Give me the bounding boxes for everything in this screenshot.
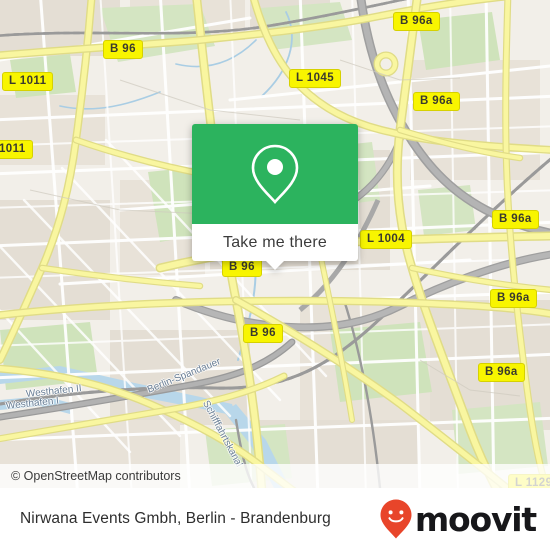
- openstreetmap-attribution[interactable]: © OpenStreetMap contributors: [0, 469, 181, 483]
- footer-content: Nirwana Events Gmbh, Berlin - Brandenbur…: [0, 488, 550, 550]
- road-shield: B 96a: [492, 210, 539, 229]
- callout-pointer: [266, 261, 284, 270]
- road-shield: L 1004: [360, 230, 412, 249]
- road-shield: L 1011: [2, 72, 54, 91]
- road-shield: B 96a: [478, 363, 525, 382]
- location-pin-icon: [251, 144, 299, 204]
- road-shield: 1011: [0, 140, 33, 159]
- map-attribution-bar: © OpenStreetMap contributors: [0, 464, 550, 488]
- moovit-logo[interactable]: moovit: [379, 498, 537, 540]
- road-shield: B 96: [243, 324, 283, 343]
- road-shield: B 96: [103, 40, 143, 59]
- moovit-smiley-pin-icon: [380, 499, 412, 539]
- place-name-label: Nirwana Events Gmbh, Berlin - Brandenbur…: [20, 510, 331, 527]
- road-shield: B 96a: [490, 289, 537, 308]
- take-me-there-label: Take me there: [223, 233, 327, 251]
- road-shield: B 96a: [393, 12, 440, 31]
- map-viewport[interactable]: .bldg { fill:#e4ded4; } .bldg2 { fill:#e…: [0, 0, 550, 488]
- location-callout-card[interactable]: Take me there: [192, 124, 358, 270]
- callout-image-area: [192, 124, 358, 224]
- moovit-wordmark: moovit: [414, 499, 537, 539]
- road-shield: B 96a: [413, 92, 460, 111]
- footer-bar: Nirwana Events Gmbh, Berlin - Brandenbur…: [0, 488, 550, 550]
- road-shield: L 1045: [289, 69, 341, 88]
- moovit-map-screenshot: .bldg { fill:#e4ded4; } .bldg2 { fill:#e…: [0, 0, 550, 550]
- callout-action-area[interactable]: Take me there: [192, 224, 358, 270]
